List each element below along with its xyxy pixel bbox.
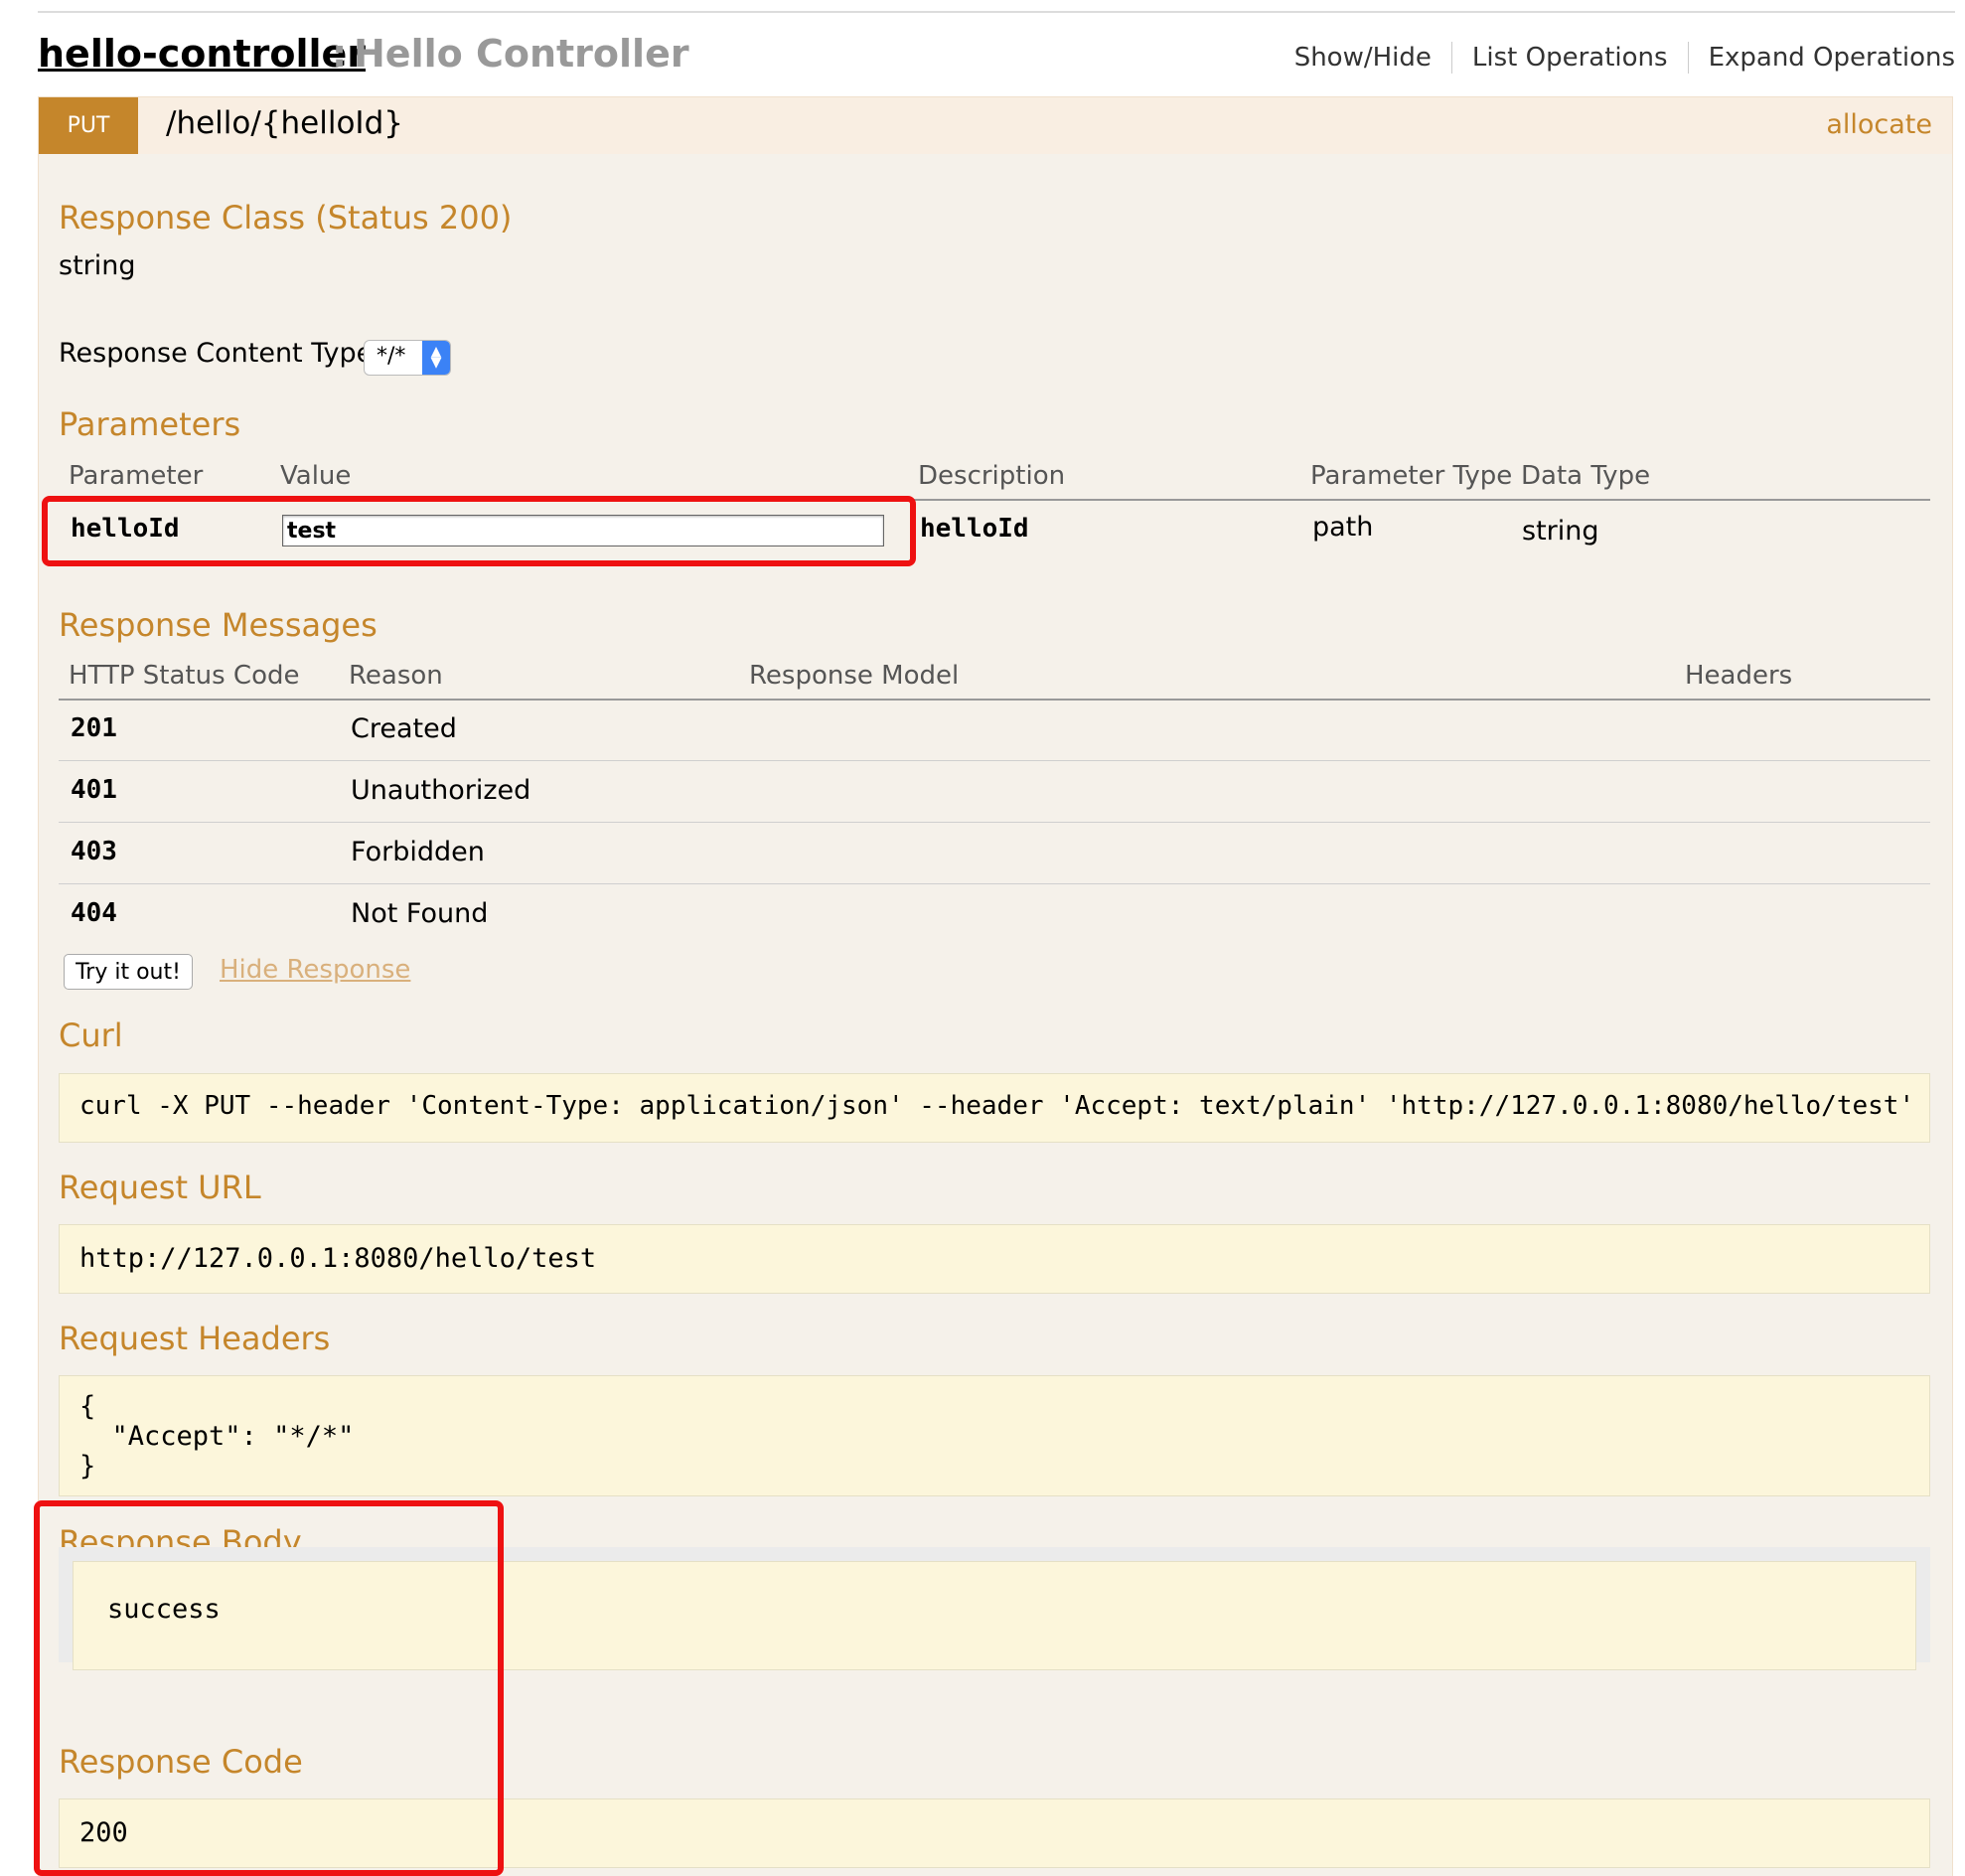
hide-response-link[interactable]: Hide Response [220, 955, 410, 985]
operation-summary-link[interactable]: allocate [1826, 109, 1932, 140]
reason-401: Unauthorized [351, 775, 531, 806]
resp-col-headers: Headers [1685, 661, 1793, 691]
reason-201: Created [351, 713, 457, 744]
highlight-response-section [34, 1500, 504, 1876]
request-url-heading: Request URL [59, 1169, 261, 1206]
row-divider [59, 883, 1930, 884]
response-class-type: string [59, 250, 136, 281]
param-col-data-type: Data Type [1521, 461, 1651, 491]
status-code-404: 404 [71, 898, 117, 928]
controller-separator: : [332, 32, 348, 76]
curl-heading: Curl [59, 1016, 123, 1054]
reason-403: Forbidden [351, 837, 485, 867]
param-description: helloId [920, 514, 1029, 544]
controller-description: Hello Controller [354, 32, 689, 76]
resp-header-rule [59, 699, 1930, 701]
status-code-401: 401 [71, 775, 117, 805]
select-arrows-icon: ▲ ▼ [422, 341, 450, 375]
response-content-type-select[interactable]: */* ▲ ▼ [364, 340, 451, 376]
param-col-value: Value [280, 461, 352, 491]
curl-command-block: curl -X PUT --header 'Content-Type: appl… [59, 1073, 1930, 1143]
param-data-type: string [1522, 516, 1599, 547]
resp-col-model: Response Model [749, 661, 960, 691]
reason-404: Not Found [351, 898, 489, 929]
param-type: path [1312, 512, 1374, 543]
highlight-parameter-row [42, 496, 916, 566]
show-hide-link[interactable]: Show/Hide [1294, 43, 1451, 73]
response-class-heading: Response Class (Status 200) [59, 199, 513, 236]
status-code-201: 201 [71, 713, 117, 743]
try-it-out-button[interactable]: Try it out! [64, 954, 193, 990]
operation-path[interactable]: /hello/{helloId} [166, 105, 403, 141]
list-operations-link[interactable]: List Operations [1452, 43, 1688, 73]
resource-header: hello-controller : Hello Controller Show… [38, 28, 1955, 87]
operation-heading[interactable]: PUT /hello/{helloId} allocate [38, 96, 1953, 155]
param-col-parameter: Parameter [69, 461, 204, 491]
resource-actions: Show/Hide List Operations Expand Operati… [1294, 42, 1955, 74]
expand-operations-link[interactable]: Expand Operations [1689, 43, 1955, 73]
top-divider [38, 11, 1955, 13]
status-code-403: 403 [71, 837, 117, 866]
param-col-type: Parameter Type [1310, 461, 1513, 491]
request-headers-block: { "Accept": "*/*" } [59, 1375, 1930, 1496]
resp-col-status: HTTP Status Code [69, 661, 300, 691]
controller-name-link[interactable]: hello-controller [38, 32, 366, 76]
parameters-heading: Parameters [59, 405, 241, 443]
row-divider [59, 822, 1930, 823]
resp-col-reason: Reason [349, 661, 443, 691]
row-divider [59, 760, 1930, 761]
response-messages-heading: Response Messages [59, 606, 378, 644]
request-url-block: http://127.0.0.1:8080/hello/test [59, 1224, 1930, 1294]
response-content-type-label: Response Content Type [59, 338, 374, 369]
request-headers-heading: Request Headers [59, 1320, 331, 1357]
param-col-description: Description [918, 461, 1066, 491]
select-value: */* [377, 344, 406, 369]
http-method-badge[interactable]: PUT [39, 97, 138, 154]
